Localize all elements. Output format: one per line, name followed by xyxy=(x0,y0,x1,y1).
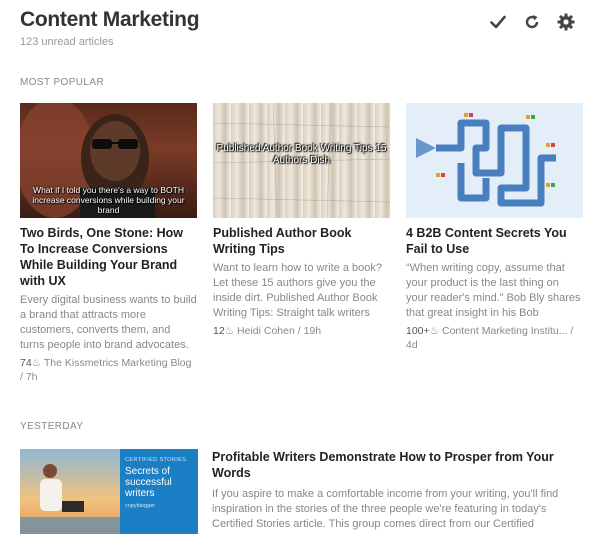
article-snippet: If you aspire to make a comfortable inco… xyxy=(212,488,559,530)
article-meta: 12♨ Heidi Cohen / 19h xyxy=(213,324,390,338)
popularity-count: 74 xyxy=(20,357,32,369)
section-most-popular: MOST POPULAR xyxy=(20,77,105,88)
flame-icon: ♨ xyxy=(429,325,440,337)
article-thumbnail[interactable] xyxy=(406,103,583,218)
article-text: Profitable Writers Demonstrate How to Pr… xyxy=(212,449,585,534)
gear-icon[interactable] xyxy=(556,12,576,32)
flame-icon: ♨ xyxy=(224,325,235,337)
article-title[interactable]: Profitable Writers Demonstrate How to Pr… xyxy=(212,449,585,481)
article-snippet: “When writing copy, assume that your pro… xyxy=(406,262,581,319)
article-card[interactable]: What if I told you there's a way to BOTH… xyxy=(20,103,197,384)
article-meta: 74♨ The Kissmetrics Marketing Blog / 7h xyxy=(20,356,197,384)
article-thumbnail[interactable]: CERTIFIED STORIES Secrets of successful … xyxy=(20,449,198,534)
infographic-image xyxy=(406,103,583,218)
popular-cards: What if I told you there's a way to BOTH… xyxy=(20,103,585,384)
article-thumbnail[interactable]: What if I told you there's a way to BOTH… xyxy=(20,103,197,218)
article-title[interactable]: Two Birds, One Stone: How To Increase Co… xyxy=(20,225,197,289)
article-meta: 100+♨ Content Marketing Institu... / 4d xyxy=(406,324,583,352)
refresh-icon[interactable] xyxy=(522,12,542,32)
article-card[interactable]: 4 B2B Content Secrets You Fail to Use “W… xyxy=(406,103,583,384)
article-thumbnail[interactable]: Published Author Book Writing Tips 15 Au… xyxy=(213,103,390,218)
article-title[interactable]: Published Author Book Writing Tips xyxy=(213,225,390,257)
photo-area xyxy=(20,449,120,534)
popularity-count: 12 xyxy=(213,325,225,337)
popularity-count: 100+ xyxy=(406,325,430,337)
article-snippet: Want to learn how to write a book? Let t… xyxy=(213,262,382,319)
article-snippet: Every digital business wants to build a … xyxy=(20,294,197,351)
thumbnail-caption: Published Author Book Writing Tips 15 Au… xyxy=(216,143,387,166)
article-source[interactable]: Heidi Cohen / 19h xyxy=(237,325,321,337)
article-title[interactable]: 4 B2B Content Secrets You Fail to Use xyxy=(406,225,583,257)
thumbnail-headline: Secrets of successful writers xyxy=(125,466,172,499)
thumbnail-brand: copyblogger xyxy=(125,503,155,509)
article-row[interactable]: CERTIFIED STORIES Secrets of successful … xyxy=(20,449,585,534)
thumbnail-kicker: CERTIFIED STORIES xyxy=(125,457,187,463)
article-card[interactable]: Published Author Book Writing Tips 15 Au… xyxy=(213,103,390,384)
check-icon[interactable] xyxy=(488,12,508,32)
article-source[interactable]: The Kissmetrics Marketing Blog / 7h xyxy=(20,357,191,383)
flame-icon: ♨ xyxy=(31,357,42,369)
toolbar xyxy=(488,12,576,32)
section-yesterday: YESTERDAY xyxy=(20,421,84,432)
thumbnail-caption: What if I told you there's a way to BOTH… xyxy=(32,185,185,215)
unread-count: 123 unread articles xyxy=(20,36,114,48)
